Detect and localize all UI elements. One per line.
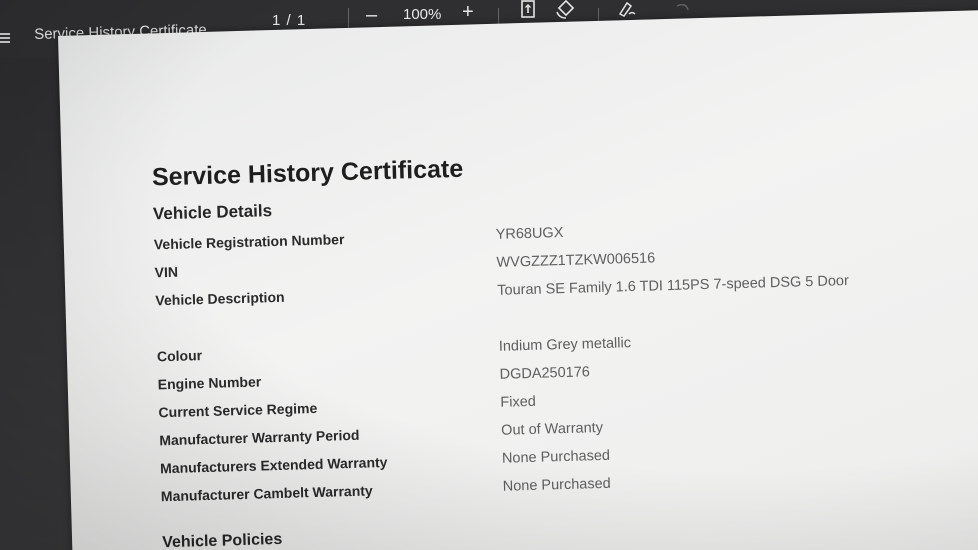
toolbar-divider <box>348 8 349 28</box>
zoom-in-button[interactable]: + <box>462 1 474 24</box>
rotate-icon[interactable] <box>555 0 575 20</box>
detail-label: Vehicle Registration Number <box>153 231 345 253</box>
undo-icon[interactable] <box>672 0 692 20</box>
certificate-title: Service History Certificate <box>151 154 464 192</box>
certificate-content: Service History Certificate Vehicle Deta… <box>152 143 883 550</box>
zoom-out-button[interactable]: – <box>366 4 377 27</box>
menu-icon[interactable] <box>0 33 12 45</box>
zoom-level: 100% <box>403 6 442 23</box>
vehicle-policies-heading: Vehicle Policies <box>161 530 283 550</box>
draw-icon[interactable] <box>617 0 637 20</box>
pdf-viewer: Service History Certificate 1 / 1 – 100%… <box>0 0 978 550</box>
pdf-page: Service History Certificate Vehicle Deta… <box>58 9 978 550</box>
page-counter: 1 / 1 <box>272 12 307 29</box>
page-fit-icon[interactable] <box>519 0 539 20</box>
